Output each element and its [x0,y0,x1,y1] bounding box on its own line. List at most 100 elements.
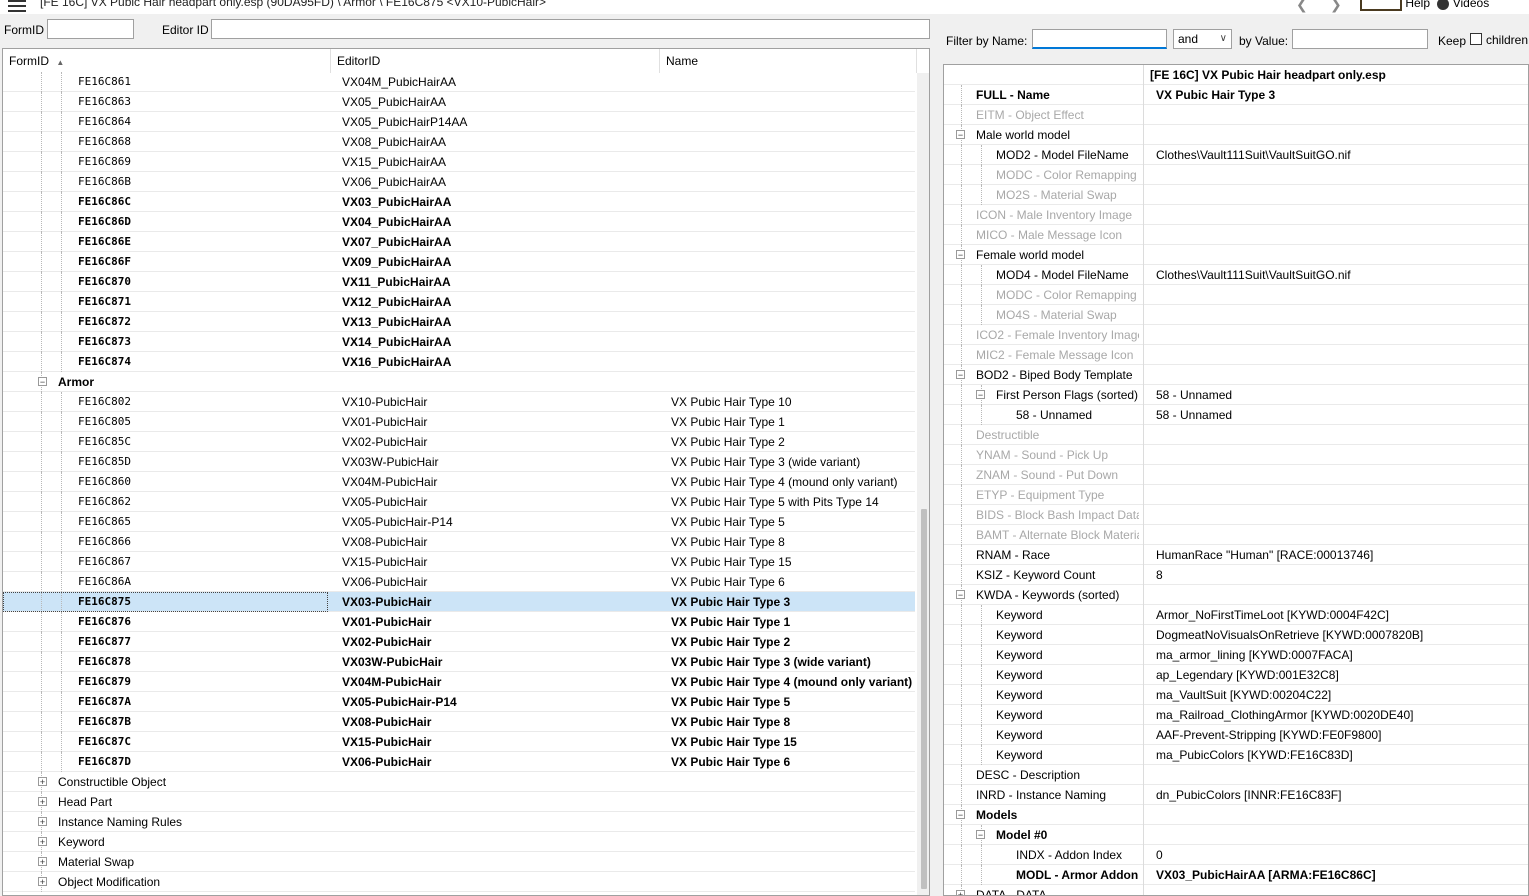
tree-record-row[interactable]: FE16C875 VX03-PubicHair VX Pubic Hair Type… [3,592,915,612]
tree-group-row[interactable]: + Head Part [3,792,915,812]
tree-record-row[interactable]: FE16C878 VX03W-PubicHair VX Pubic Hair Typ… [3,652,915,672]
collapse-icon[interactable]: − [976,390,985,400]
collapse-icon[interactable]: − [956,370,965,380]
tree-record-row[interactable]: FE16C85C VX02-PubicHair VX Pubic Hair Type… [3,432,915,452]
record-view[interactable]: [FE 16C] VX Pubic Hair headpart only.esp… [943,64,1529,896]
record-field-row[interactable]: INDX - Addon Index 0 [944,845,1528,865]
record-field-row[interactable]: Keyword ma_Railroad_ClothingArmor [KYWD:0… [944,705,1528,725]
record-field-row[interactable]: ETYP - Equipment Type [944,485,1528,505]
record-field-row[interactable]: − First Person Flags (sorted) 58 - Unnamed [944,385,1528,405]
record-field-row[interactable]: MO4S - Material Swap [944,305,1528,325]
tree-record-row[interactable]: FE16C873 VX14_PubicHairAA [3,332,915,352]
tree-record-row[interactable]: FE16C86F VX09_PubicHairAA [3,252,915,272]
expand-icon[interactable]: + [38,797,47,807]
record-field-row[interactable]: Keyword ap_Legendary [KYWD:001E32C8] [944,665,1528,685]
column-header-name[interactable]: Name [660,49,917,73]
tree-record-row[interactable]: FE16C85D VX03W-PubicHair VX Pubic Hair Typ… [3,452,915,472]
tree-record-row[interactable]: FE16C802 VX10-PubicHair VX Pubic Hair Type… [3,392,915,412]
column-header-formid[interactable]: FormID ▲ [3,49,331,73]
tree-group-row[interactable]: + Instance Naming Rules [3,812,915,832]
keep-children-checkbox[interactable] [1470,33,1482,45]
forward-arrow-icon[interactable]: ❯ [1330,0,1342,13]
record-field-row[interactable]: Destructible [944,425,1528,445]
record-field-row[interactable]: MODL - Armor Addon VX03_PubicHairAA [ARMA… [944,865,1528,885]
tree-record-row[interactable]: FE16C869 VX15_PubicHairAA [3,152,915,172]
tree-group-row[interactable]: + Keyword [3,832,915,852]
record-field-row[interactable]: BIDS - Block Bash Impact Data Set [944,505,1528,525]
back-arrow-icon[interactable]: ❮ [1296,0,1308,13]
expand-icon[interactable]: + [38,817,47,827]
tree-record-row[interactable]: FE16C863 VX05_PubicHairAA [3,92,915,112]
editorid-filter-input[interactable] [211,19,930,39]
record-field-row[interactable]: − Male world model [944,125,1528,145]
tree-record-row[interactable]: FE16C872 VX13_PubicHairAA [3,312,915,332]
tree-record-row[interactable]: FE16C865 VX05-PubicHair-P14 VX Pubic Hair … [3,512,915,532]
record-field-row[interactable]: − KWDA - Keywords (sorted) [944,585,1528,605]
hamburger-menu-icon[interactable] [8,0,26,12]
filter-logic-select[interactable]: and ∨ [1173,29,1232,49]
tree-record-row[interactable]: FE16C866 VX08-PubicHair VX Pubic Hair Type… [3,532,915,552]
record-field-row[interactable]: MOD4 - Model FileName Clothes\Vault111Sui… [944,265,1528,285]
help-button[interactable]: Help [1405,0,1430,10]
tree-record-row[interactable]: FE16C860 VX04M-PubicHair VX Pubic Hair Typ… [3,472,915,492]
record-field-row[interactable]: KSIZ - Keyword Count 8 [944,565,1528,585]
tree-record-row[interactable]: FE16C879 VX04M-PubicHair VX Pubic Hair Typ… [3,672,915,692]
collapse-icon[interactable]: − [956,590,965,600]
pane-splitter[interactable] [931,20,941,896]
record-field-row[interactable]: MO2S - Material Swap [944,185,1528,205]
record-field-row[interactable]: YNAM - Sound - Pick Up [944,445,1528,465]
record-field-row[interactable]: Keyword DogmeatNoVisualsOnRetrieve [KYWD:… [944,625,1528,645]
record-field-row[interactable]: Keyword ma_PubicColors [KYWD:FE16C83D] [944,745,1528,765]
expand-icon[interactable]: + [38,777,47,787]
record-field-row[interactable]: RNAM - Race HumanRace "Human" [RACE:00013… [944,545,1528,565]
record-field-row[interactable]: FULL - Name VX Pubic Hair Type 3 [944,85,1528,105]
tree-record-row[interactable]: FE16C861 VX04M_PubicHairAA [3,72,915,92]
record-field-row[interactable]: MOD2 - Model FileName Clothes\Vault111Sui… [944,145,1528,165]
formid-filter-input[interactable] [47,19,134,39]
filter-by-value-input[interactable] [1292,29,1428,49]
tree-record-row[interactable]: FE16C871 VX12_PubicHairAA [3,292,915,312]
tree-record-row[interactable]: FE16C864 VX05_PubicHairP14AA [3,112,915,132]
record-field-row[interactable]: Keyword AAF-Prevent-Stripping [KYWD:FE0F9… [944,725,1528,745]
record-field-row[interactable]: + DATA - DATA [944,885,1528,895]
column-header-editorid[interactable]: EditorID [331,49,660,73]
record-field-row[interactable]: − Models [944,805,1528,825]
tree-record-row[interactable]: FE16C87B VX08-PubicHair VX Pubic Hair Type… [3,712,915,732]
expand-icon[interactable]: + [38,837,47,847]
record-field-row[interactable]: BAMT - Alternate Block Material [944,525,1528,545]
tree-record-row[interactable]: FE16C87A VX05-PubicHair-P14 VX Pubic Hair … [3,692,915,712]
record-field-row[interactable]: MODC - Color Remapping Index [944,285,1528,305]
tree-record-row[interactable]: FE16C874 VX16_PubicHairAA [3,352,915,372]
record-field-row[interactable]: MODC - Color Remapping Index [944,165,1528,185]
tree-record-row[interactable]: FE16C87D VX06-PubicHair VX Pubic Hair Type… [3,752,915,772]
collapse-icon[interactable]: − [956,250,965,260]
expand-icon[interactable]: + [38,857,47,867]
tree-record-row[interactable]: FE16C805 VX01-PubicHair VX Pubic Hair Type… [3,412,915,432]
collapse-icon[interactable]: − [956,810,965,820]
record-field-row[interactable]: Keyword ma_VaultSuit [KYWD:00204C22] [944,685,1528,705]
tree-group-row[interactable]: + Material Swap [3,852,915,872]
tree-record-row[interactable]: FE16C86A VX06-PubicHair VX Pubic Hair Type… [3,572,915,592]
record-field-row[interactable]: − BOD2 - Biped Body Template [944,365,1528,385]
tree-record-row[interactable]: FE16C868 VX08_PubicHairAA [3,132,915,152]
tree-record-row[interactable]: FE16C87C VX15-PubicHair VX Pubic Hair Type… [3,732,915,752]
record-field-row[interactable]: MIC2 - Female Message Icon [944,345,1528,365]
record-field-row[interactable]: ICO2 - Female Inventory Image [944,325,1528,345]
tree-group-row[interactable]: +[A5] PWR.esp6C02EB5C [3,892,915,895]
record-field-row[interactable]: INRD - Instance Naming dn_PubicColors [IN… [944,785,1528,805]
scrollbar-thumb[interactable] [921,509,927,889]
record-tree[interactable]: FormID ▲ EditorID Name FE16C861 VX04M_Pub… [2,48,930,896]
record-field-row[interactable]: − Model #0 [944,825,1528,845]
videos-button[interactable]: Videos [1453,0,1489,10]
tree-record-row[interactable]: FE16C862 VX05-PubicHair VX Pubic Hair Type… [3,492,915,512]
tree-group-row[interactable]: + Constructible Object [3,772,915,792]
record-field-row[interactable]: ICON - Male Inventory Image [944,205,1528,225]
record-field-row[interactable]: ZNAM - Sound - Put Down [944,465,1528,485]
tree-record-row[interactable]: FE16C870 VX11_PubicHairAA [3,272,915,292]
expand-icon[interactable]: + [956,890,965,895]
record-field-row[interactable]: EITM - Object Effect [944,105,1528,125]
record-field-row[interactable]: Keyword ma_armor_lining [KYWD:0007FACA] [944,645,1528,665]
record-field-row[interactable]: 58 - Unnamed 58 - Unnamed [944,405,1528,425]
collapse-icon[interactable]: − [956,130,965,140]
tree-record-row[interactable]: FE16C877 VX02-PubicHair VX Pubic Hair Type… [3,632,915,652]
